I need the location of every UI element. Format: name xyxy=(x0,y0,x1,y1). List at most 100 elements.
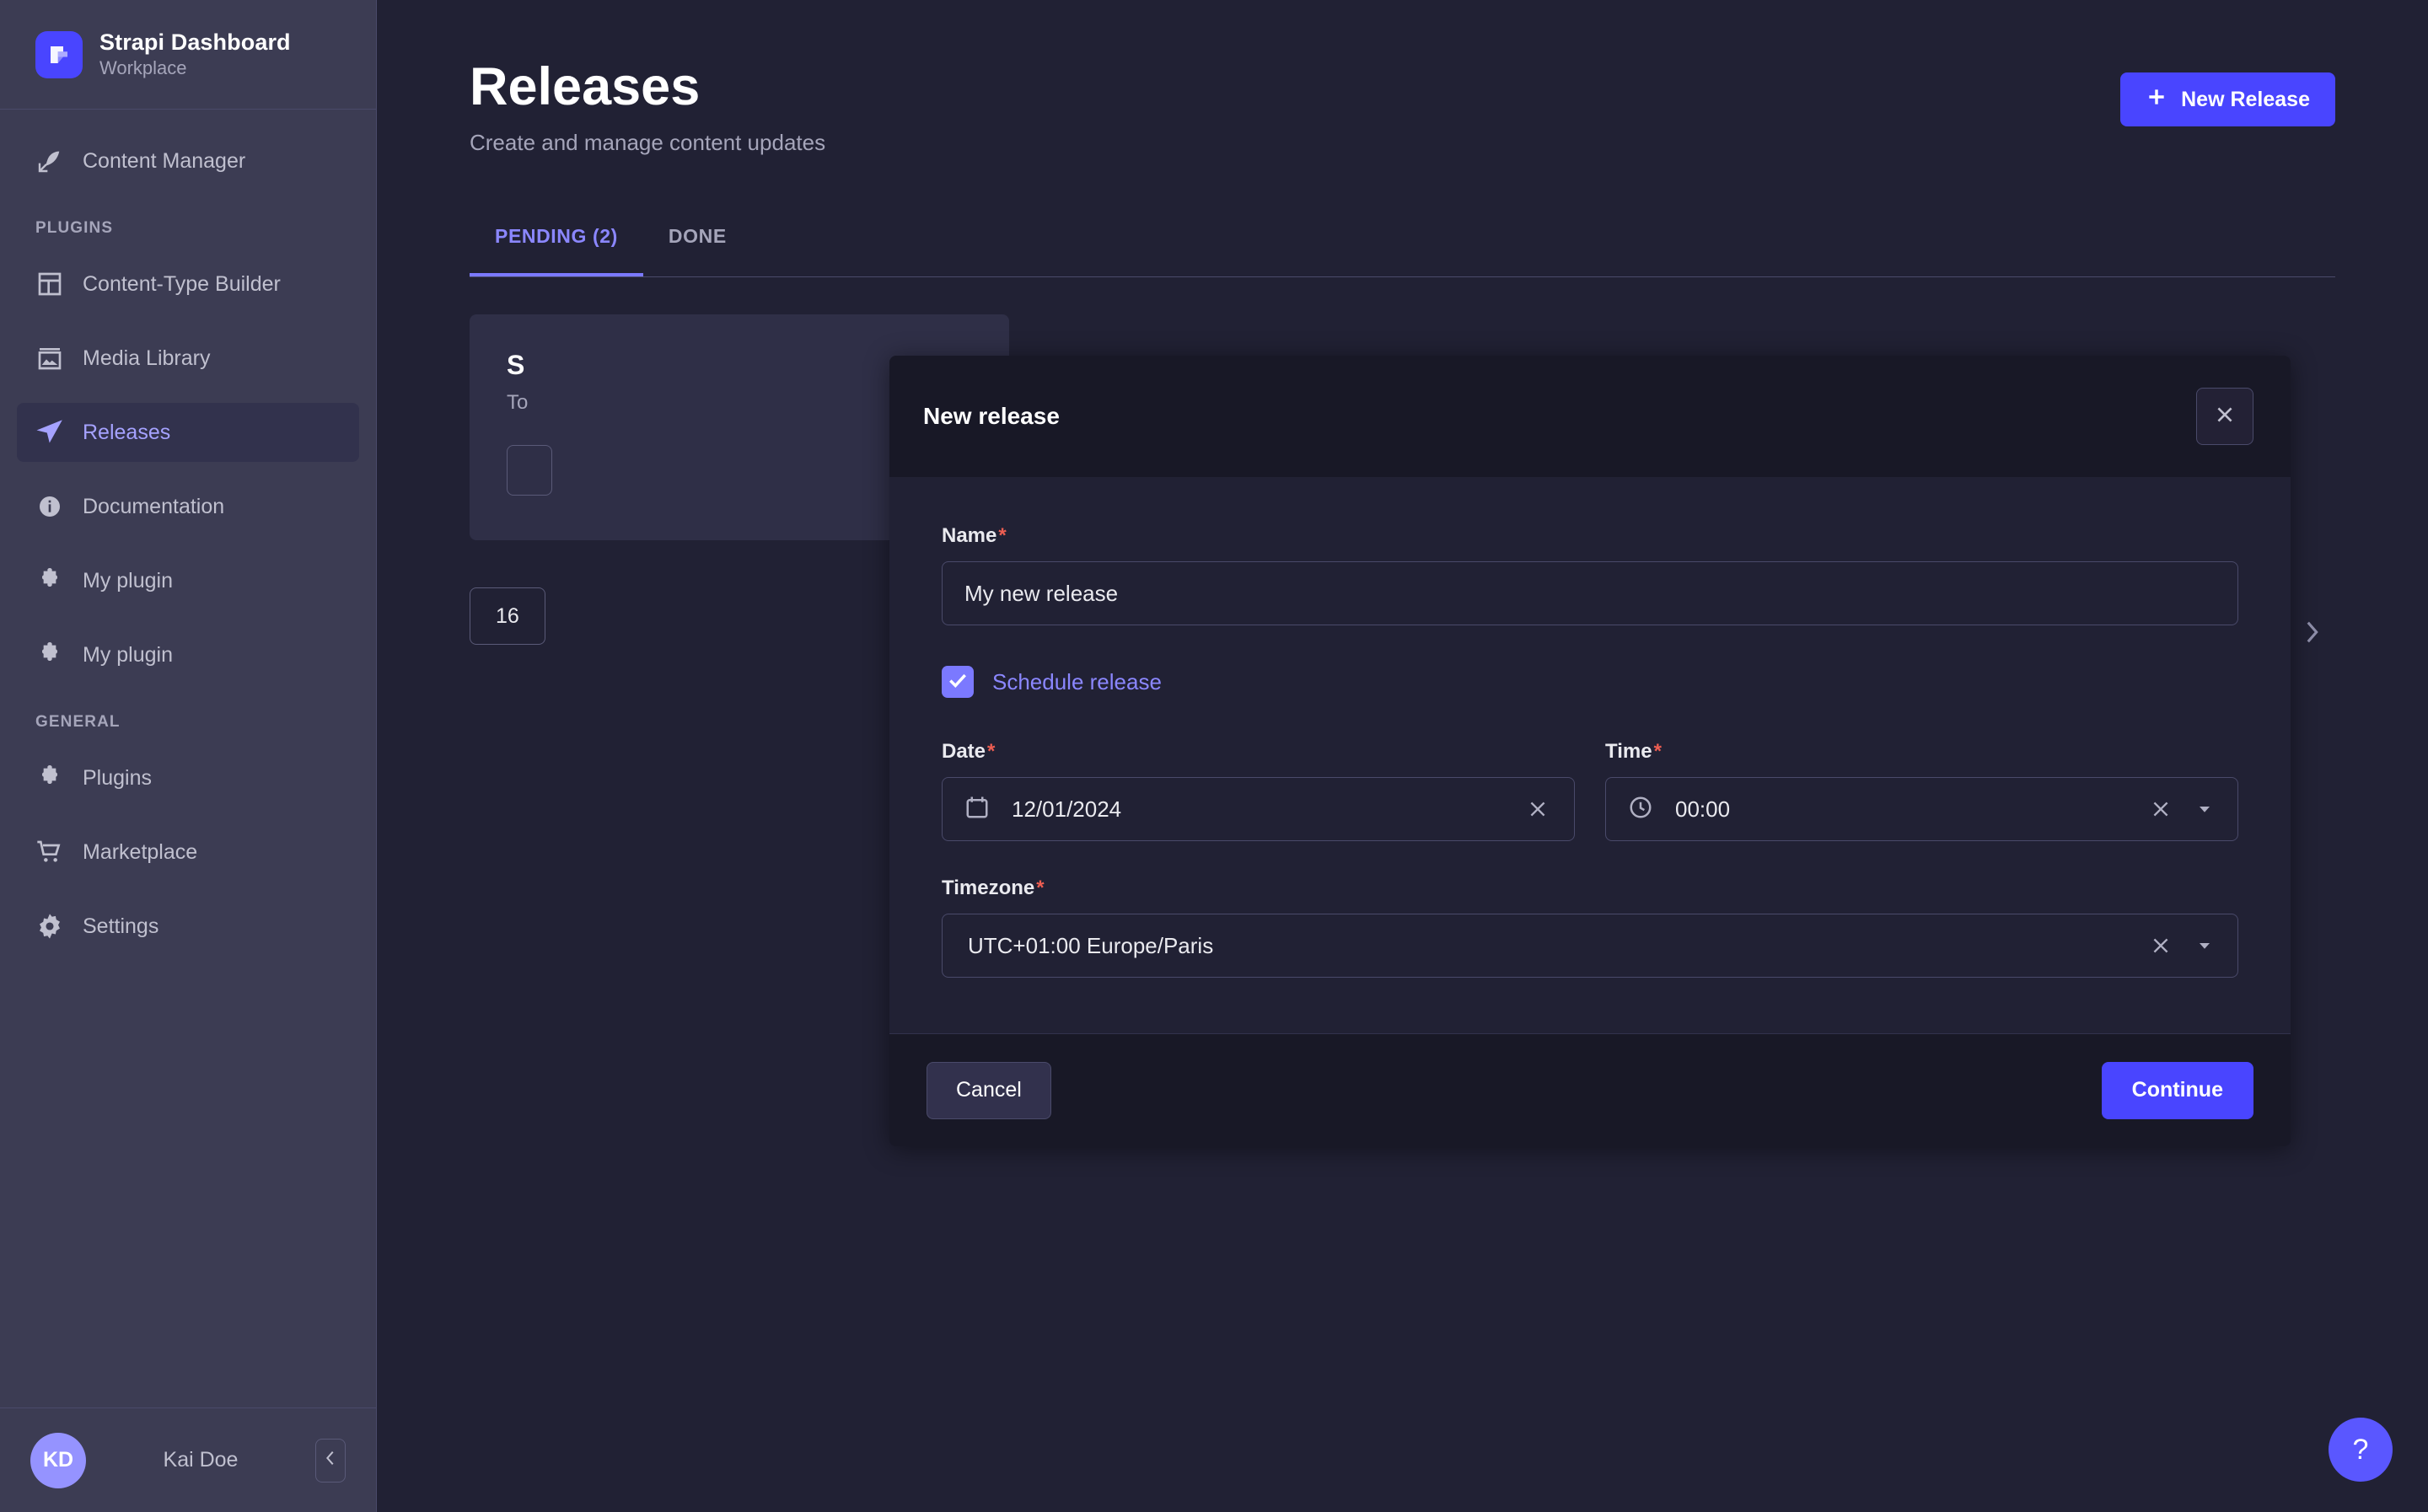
sidebar-item-plugins[interactable]: Plugins xyxy=(17,748,359,807)
tab-pending[interactable]: PENDING (2) xyxy=(470,213,643,276)
modal-title: New release xyxy=(923,403,1060,429)
cancel-button[interactable]: Cancel xyxy=(927,1061,1051,1119)
name-field-label: Name * xyxy=(942,524,2238,548)
puzzle-piece-icon xyxy=(35,566,64,595)
required-marker: * xyxy=(1653,740,1662,763)
sidebar-item-content-manager[interactable]: Content Manager xyxy=(17,131,359,190)
gear-icon xyxy=(35,912,64,941)
sidebar-nav: Content Manager PLUGINS Content-Type Bui… xyxy=(0,110,376,1407)
timezone-input-value: UTC+01:00 Europe/Paris xyxy=(968,932,1214,958)
calendar-icon xyxy=(964,795,993,823)
sidebar-item-label: Content Manager xyxy=(83,148,246,173)
sidebar-item-label: Marketplace xyxy=(83,839,198,864)
clock-icon xyxy=(1628,795,1657,823)
required-marker: * xyxy=(998,524,1007,547)
brand-subtitle: Workplace xyxy=(99,57,187,78)
new-release-button[interactable]: New Release xyxy=(2120,72,2335,126)
info-circle-icon xyxy=(35,492,64,521)
sidebar-user-row: KD Kai Doe xyxy=(0,1407,376,1512)
page-header: Releases Create and manage content updat… xyxy=(377,0,2428,156)
timezone-label-text: Timezone xyxy=(942,877,1035,899)
date-field: Date * 12/01/2024 xyxy=(942,740,1575,841)
sidebar-item-releases[interactable]: Releases xyxy=(17,403,359,462)
entries-count-chip[interactable]: 16 xyxy=(470,587,545,646)
new-release-modal: New release Name * My new release Schedu… xyxy=(889,356,2291,1146)
name-label-text: Name xyxy=(942,524,997,547)
sidebar-item-content-type-builder[interactable]: Content-Type Builder xyxy=(17,255,359,314)
sidebar: Strapi Dashboard Workplace Content Manag… xyxy=(0,0,377,1512)
time-clear-button[interactable] xyxy=(2146,795,2175,823)
paper-plane-icon xyxy=(35,418,64,447)
schedule-release-label[interactable]: Schedule release xyxy=(992,669,1162,695)
modal-body: Name * My new release Schedule release D… xyxy=(889,477,2291,1033)
tab-done[interactable]: DONE xyxy=(643,213,752,276)
sidebar-item-documentation[interactable]: Documentation xyxy=(17,477,359,536)
strapi-logo-icon xyxy=(35,30,83,78)
sidebar-item-media-library[interactable]: Media Library xyxy=(17,329,359,388)
date-label-text: Date xyxy=(942,740,986,763)
required-marker: * xyxy=(1036,877,1045,899)
brand-title: Strapi Dashboard xyxy=(99,29,291,55)
layout-grid-icon xyxy=(35,270,64,298)
tabs: PENDING (2) DONE xyxy=(470,213,2335,278)
avatar[interactable]: KD xyxy=(30,1432,86,1488)
app-root: Strapi Dashboard Workplace Content Manag… xyxy=(0,0,2428,1512)
sidebar-item-label: Plugins xyxy=(83,765,152,790)
new-release-button-label: New Release xyxy=(2181,87,2310,111)
pagination-next-button[interactable] xyxy=(2288,610,2335,657)
continue-button[interactable]: Continue xyxy=(2101,1061,2253,1119)
sidebar-collapse-button[interactable] xyxy=(315,1438,346,1483)
sidebar-item-label: Releases xyxy=(83,420,171,444)
release-card-chip[interactable] xyxy=(507,445,552,496)
time-field-label: Time * xyxy=(1605,740,2238,764)
schedule-release-row[interactable]: Schedule release xyxy=(942,666,2238,698)
time-input[interactable]: 00:00 xyxy=(1605,777,2238,841)
shopping-cart-icon xyxy=(35,838,64,866)
chevron-down-icon[interactable] xyxy=(2194,938,2216,953)
sidebar-item-settings[interactable]: Settings xyxy=(17,897,359,956)
sidebar-item-label: Settings xyxy=(83,914,159,938)
timezone-input[interactable]: UTC+01:00 Europe/Paris xyxy=(942,914,2238,978)
page-subtitle: Create and manage content updates xyxy=(470,130,826,156)
sidebar-section-general: GENERAL xyxy=(35,713,121,731)
main-content: Releases Create and manage content updat… xyxy=(377,0,2428,1512)
time-input-value: 00:00 xyxy=(1675,796,1731,822)
puzzle-piece-icon xyxy=(35,641,64,669)
puzzle-piece-icon xyxy=(35,764,64,792)
checkmark-icon xyxy=(947,669,969,695)
name-input[interactable]: My new release xyxy=(942,561,2238,625)
date-input[interactable]: 12/01/2024 xyxy=(942,777,1575,841)
sidebar-item-marketplace[interactable]: Marketplace xyxy=(17,823,359,882)
close-icon xyxy=(2214,404,2236,430)
timezone-field-label: Timezone * xyxy=(942,877,2238,900)
date-clear-button[interactable] xyxy=(1523,795,1552,823)
brand-header[interactable]: Strapi Dashboard Workplace xyxy=(0,0,376,110)
timezone-clear-button[interactable] xyxy=(2146,931,2175,960)
schedule-release-checkbox[interactable] xyxy=(942,666,974,698)
modal-close-button[interactable] xyxy=(2196,388,2253,445)
modal-header: New release xyxy=(889,356,2291,477)
page-title: Releases xyxy=(470,57,701,116)
sidebar-item-label: Content-Type Builder xyxy=(83,271,281,296)
chevron-right-icon xyxy=(2297,618,2326,651)
name-input-value: My new release xyxy=(964,580,1119,606)
sidebar-item-my-plugin-1[interactable]: My plugin xyxy=(17,551,359,610)
image-icon xyxy=(35,344,64,373)
required-marker: * xyxy=(987,740,996,763)
plus-icon xyxy=(2146,86,2167,114)
help-button[interactable]: ? xyxy=(2329,1418,2393,1482)
sidebar-section-plugins: PLUGINS xyxy=(35,219,114,237)
chevron-down-icon[interactable] xyxy=(2194,802,2216,817)
sidebar-item-label: Documentation xyxy=(83,494,225,518)
sidebar-item-my-plugin-2[interactable]: My plugin xyxy=(17,625,359,684)
sidebar-item-label: Media Library xyxy=(83,346,211,370)
time-label-text: Time xyxy=(1605,740,1652,763)
date-time-row: Date * 12/01/2024 Time * 00:00 xyxy=(942,740,2238,841)
user-name: Kai Doe xyxy=(163,1448,239,1472)
timezone-field: Timezone * UTC+01:00 Europe/Paris xyxy=(942,877,2238,978)
date-input-value: 12/01/2024 xyxy=(1012,796,1122,822)
chevron-left-icon xyxy=(321,1449,340,1472)
sidebar-item-label: My plugin xyxy=(83,568,173,592)
feather-pen-icon xyxy=(35,147,64,175)
time-field: Time * 00:00 xyxy=(1605,740,2238,841)
